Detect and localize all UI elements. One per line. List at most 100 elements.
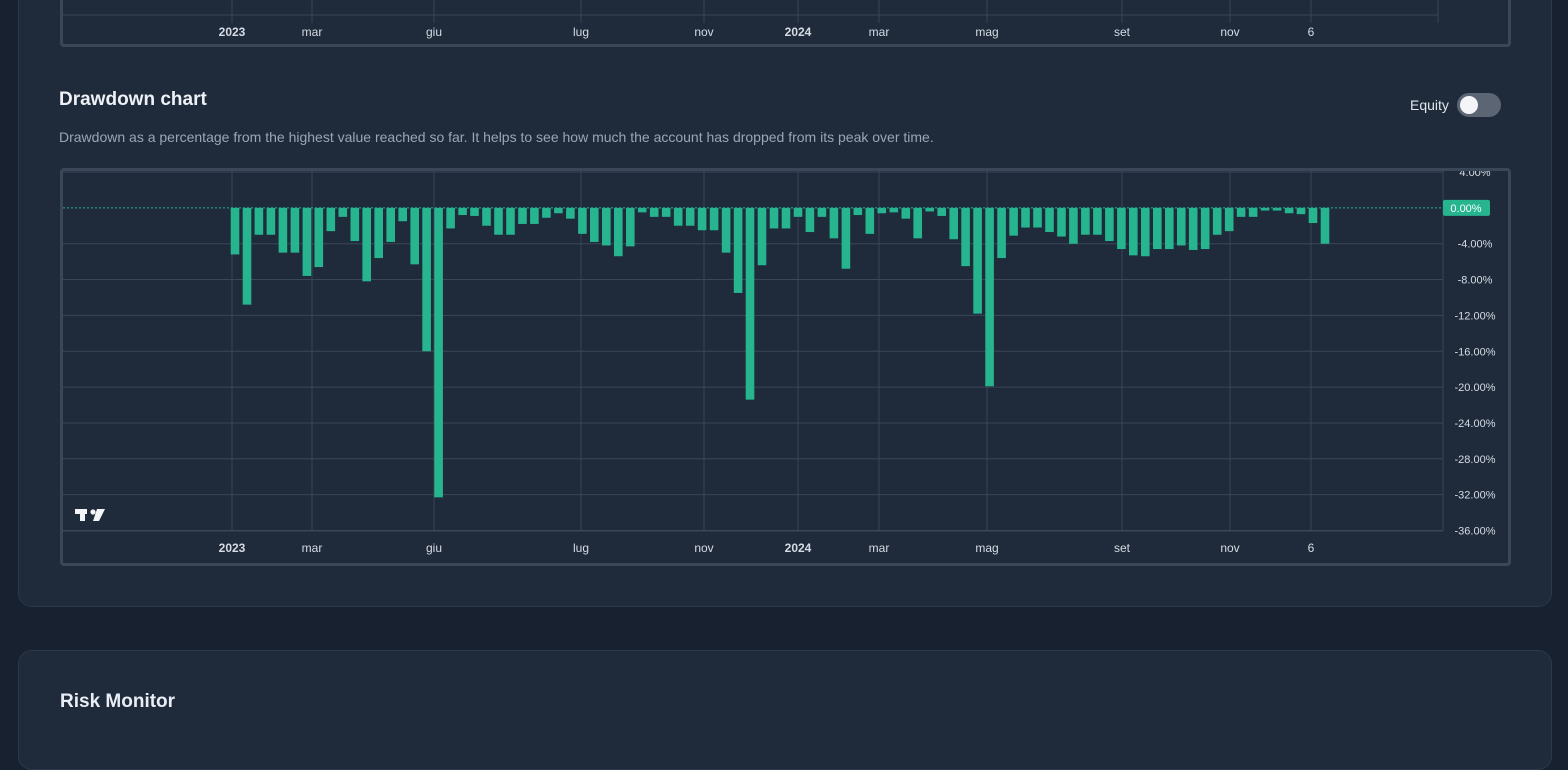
drawdown-bar [1009,207,1018,236]
x-tick-label: nov [1220,541,1239,555]
drawdown-bar [925,207,934,212]
drawdown-bar [889,207,899,213]
drawdown-bar [614,207,623,257]
tradingview-logo-icon [75,509,105,521]
drawdown-bar [745,207,755,400]
current-value-label: 0.00% [1450,203,1481,215]
top-x-tick-label: lug [573,25,589,39]
drawdown-bar [721,207,731,253]
drawdown-bar [350,207,360,242]
drawdown-bar [1093,207,1102,235]
drawdown-bar [1224,207,1234,232]
drawdown-bar [733,207,743,293]
drawdown-bar [985,207,994,387]
drawdown-bar [877,207,887,214]
drawdown-bar [685,207,695,226]
drawdown-bar [829,207,839,239]
drawdown-bar [709,207,719,231]
drawdown-bar [1105,207,1114,242]
drawdown-bar [961,207,970,267]
drawdown-title: Drawdown chart [59,89,207,110]
drawdown-bar [757,207,767,266]
top-x-tick-label: set [1114,25,1131,39]
top-x-tick-label: mar [869,25,890,39]
drawdown-bar [566,207,575,219]
drawdown-chart-plot: 4.00% -4.00% -8.00% -12.00% -16.00% -20.00% -2… [63,171,1496,555]
y-tick-label: -36.00% [1455,526,1496,538]
x-tick-label: 2023 [219,541,246,555]
drawdown-bar [637,207,647,213]
top-x-tick-label: 2024 [785,25,812,39]
drawdown-bar [1212,207,1222,235]
drawdown-bar [590,207,599,242]
drawdown-bar [1296,207,1306,215]
drawdown-bar [1045,207,1054,233]
drawdown-bar [422,207,431,352]
drawdown-bar [314,207,324,268]
drawdown-bar [434,207,443,498]
drawdown-description: Drawdown as a percentage from the highes… [59,129,934,145]
equity-toggle[interactable] [1456,93,1501,117]
drawdown-bar [326,207,336,232]
y-tick-label: -16.00% [1455,346,1496,358]
drawdown-bar [697,207,707,231]
x-tick-label: mar [869,541,890,555]
drawdown-bar [781,207,791,229]
drawdown-bar [769,207,779,229]
drawdown-bar [1248,207,1258,217]
x-tick-label: 2024 [785,541,812,555]
drawdown-bar [578,207,587,234]
drawdown-bar [1177,207,1186,246]
drawdown-bar [338,207,348,217]
drawdown-bar [1260,207,1270,211]
drawdown-bar [1272,207,1282,211]
drawdown-bar [853,207,863,216]
drawdown-bar [542,207,551,218]
top-x-tick-label: nov [1220,25,1239,39]
equity-toggle-label: Equity [1410,97,1449,113]
drawdown-bar [1069,207,1078,244]
drawdown-bar [1129,207,1138,256]
x-tick-label: set [1114,541,1131,555]
y-tick-label: -12.00% [1455,310,1496,322]
drawdown-chart[interactable]: 4.00% -4.00% -8.00% -12.00% -16.00% -20.00% -2… [60,168,1511,566]
top-x-tick-label: 6 [1308,25,1315,39]
drawdown-bar [626,207,635,247]
y-tick-label: -8.00% [1458,275,1493,287]
x-tick-label: nov [694,541,713,555]
x-tick-label: mar [302,541,323,555]
drawdown-bar [1081,207,1090,235]
equity-chart[interactable]: 2023 mar giu lug nov 2024 mar mag set nov 6 [60,0,1511,47]
y-tick-label: -32.00% [1455,490,1496,502]
drawdown-bar [386,207,395,242]
drawdown-bar [1057,207,1066,237]
drawdown-bar [230,207,240,255]
risk-monitor-card: Risk Monitor [18,650,1552,770]
y-tick-label: 4.00% [1459,171,1490,179]
drawdown-bar [1165,207,1174,250]
drawdown-bar [973,207,982,314]
equity-toggle-group: Equity [1410,93,1501,117]
drawdown-bar [1117,207,1126,250]
drawdown-bar [661,207,671,217]
top-x-tick-label: giu [426,25,442,39]
y-tick-label: -24.00% [1455,418,1496,430]
drawdown-bar [470,207,479,216]
drawdown-bar [1284,207,1294,214]
drawdown-bar [997,207,1006,259]
drawdown-bar [949,207,958,240]
drawdown-bar [1021,207,1030,228]
top-x-tick-label: 2023 [219,25,246,39]
y-tick-label: -28.00% [1455,454,1496,466]
drawdown-bar [410,207,419,265]
drawdown-bar [1236,207,1246,217]
drawdown-bar [518,207,527,224]
drawdown-bar [374,207,383,259]
drawdown-bar [1141,207,1150,257]
drawdown-bar [805,207,815,233]
drawdown-bar [1153,207,1162,250]
drawdown-bar [242,207,252,305]
drawdown-bar [362,207,371,282]
x-tick-label: mag [975,541,998,555]
drawdown-bar [302,207,312,276]
